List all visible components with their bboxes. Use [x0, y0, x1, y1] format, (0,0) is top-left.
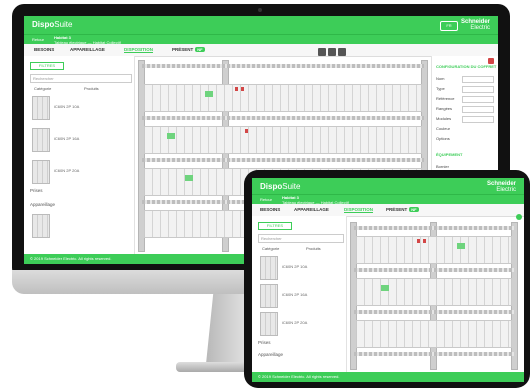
brand-logo: Schneider Electric [486, 181, 516, 193]
tablet-screen: DispoSuite Schneider Electric Retour Habi… [252, 178, 524, 382]
selected-module[interactable] [457, 243, 465, 249]
tab-disposition[interactable]: DISPOSITION [124, 47, 154, 53]
search-input[interactable]: Rechercher [258, 234, 344, 243]
breaker-image [32, 160, 50, 184]
camera-icon [258, 8, 262, 12]
product-item[interactable] [32, 214, 126, 238]
column-header-category: Catégorie [34, 86, 52, 91]
back-link[interactable]: Retour [32, 37, 44, 42]
tab-present[interactable]: PRÉSENT NF [172, 47, 205, 52]
app-logo[interactable]: DispoSuite [260, 182, 300, 191]
field-input[interactable] [462, 86, 494, 93]
breaker-image [260, 312, 278, 336]
panel-canvas[interactable] [350, 222, 518, 370]
search-input[interactable]: Rechercher [30, 74, 132, 83]
search-icon[interactable] [338, 48, 346, 56]
selected-module[interactable] [205, 91, 213, 97]
close-icon[interactable] [488, 58, 494, 64]
field-label: Bornier [436, 164, 449, 169]
din-rail [142, 158, 424, 162]
column-header-products: Produits [306, 246, 321, 251]
field-label: Modules [436, 116, 452, 121]
home-button-icon[interactable] [516, 214, 522, 220]
filter-button[interactable]: FILTRES [258, 222, 292, 230]
panel-frame-right [511, 222, 518, 370]
field-label: Couleur [436, 126, 451, 131]
selected-module[interactable] [381, 285, 389, 291]
field-label: Nom [436, 76, 445, 81]
app-window: DispoSuite Schneider Electric Retour Habi… [252, 178, 524, 382]
tab-present[interactable]: PRÉSENT NF [386, 207, 419, 212]
tab-besoins[interactable]: BESOINS [260, 207, 280, 212]
din-rail [354, 352, 514, 356]
field-input[interactable] [462, 116, 494, 123]
field-label: Rangées [436, 106, 453, 111]
status-badge: NF [195, 47, 205, 52]
din-rail [354, 310, 514, 314]
top-bar: DispoSuite Schneider Electric [252, 178, 524, 194]
module-row[interactable] [356, 278, 512, 306]
module-row[interactable] [356, 320, 512, 348]
back-link[interactable]: Retour [260, 197, 272, 202]
product-item[interactable]: iC60N 2P 16A [32, 128, 126, 152]
footer: © 2019 Schneider Electric. All rights re… [252, 372, 524, 382]
filter-button[interactable]: FILTRES [30, 62, 64, 70]
product-item[interactable]: iC60N 2P 16A [260, 284, 340, 308]
status-badge: NF [409, 207, 419, 212]
section-label[interactable]: Prises [30, 188, 43, 193]
module-indicator [241, 87, 244, 91]
breaker-image [32, 96, 50, 120]
din-rail [354, 268, 514, 272]
app-logo[interactable]: DispoSuite [32, 20, 72, 29]
din-rail [354, 226, 514, 230]
selected-module[interactable] [185, 175, 193, 181]
section-title: ÉQUIPEMENT [436, 152, 463, 157]
module-indicator [423, 239, 426, 243]
product-item[interactable]: iC60N 2P 10A [260, 256, 340, 280]
section-label[interactable]: Appareillage [258, 352, 283, 357]
product-item[interactable]: iC60N 2P 10A [32, 96, 126, 120]
module-indicator [245, 129, 248, 133]
breaker-image [32, 128, 50, 152]
module-row[interactable] [144, 84, 422, 112]
field-label: Type [436, 86, 445, 91]
module-row[interactable] [144, 126, 422, 154]
din-rail [142, 116, 424, 120]
zoom-out-icon[interactable] [328, 48, 336, 56]
field-input[interactable] [462, 76, 494, 83]
config-title: CONFIGURATION DU COFFRET [436, 64, 497, 69]
module-indicator [417, 239, 420, 243]
section-label[interactable]: Prises [258, 340, 271, 345]
tab-appareillage[interactable]: APPAREILLAGE [70, 47, 105, 52]
din-rail [142, 64, 424, 68]
top-bar: DispoSuite FR Schneider Electric [24, 16, 498, 34]
column-header-products: Produits [84, 86, 99, 91]
module-indicator [235, 87, 238, 91]
section-label[interactable]: Appareillage [30, 202, 55, 207]
product-sidebar: FILTRES Rechercher Catégorie Produits iC… [252, 216, 347, 372]
column-header-category: Catégorie [262, 246, 280, 251]
zoom-in-icon[interactable] [318, 48, 326, 56]
field-input[interactable] [462, 106, 494, 113]
selected-module[interactable] [167, 133, 175, 139]
product-item[interactable]: iC60N 2P 20A [260, 312, 340, 336]
product-sidebar: FILTRES Rechercher Catégorie Produits iC… [24, 56, 135, 254]
field-label: Options [436, 136, 450, 141]
brand-logo: Schneider Electric [460, 19, 490, 31]
tab-disposition[interactable]: DISPOSITION [344, 207, 374, 213]
field-label: Référence [436, 96, 455, 101]
breaker-image [260, 284, 278, 308]
tab-besoins[interactable]: BESOINS [34, 47, 54, 52]
socket-image [32, 214, 50, 238]
breaker-image [260, 256, 278, 280]
product-item[interactable]: iC60N 2P 20A [32, 160, 126, 184]
tab-appareillage[interactable]: APPAREILLAGE [294, 207, 329, 212]
field-input[interactable] [462, 96, 494, 103]
module-row[interactable] [356, 236, 512, 264]
language-selector[interactable]: FR [440, 21, 458, 31]
